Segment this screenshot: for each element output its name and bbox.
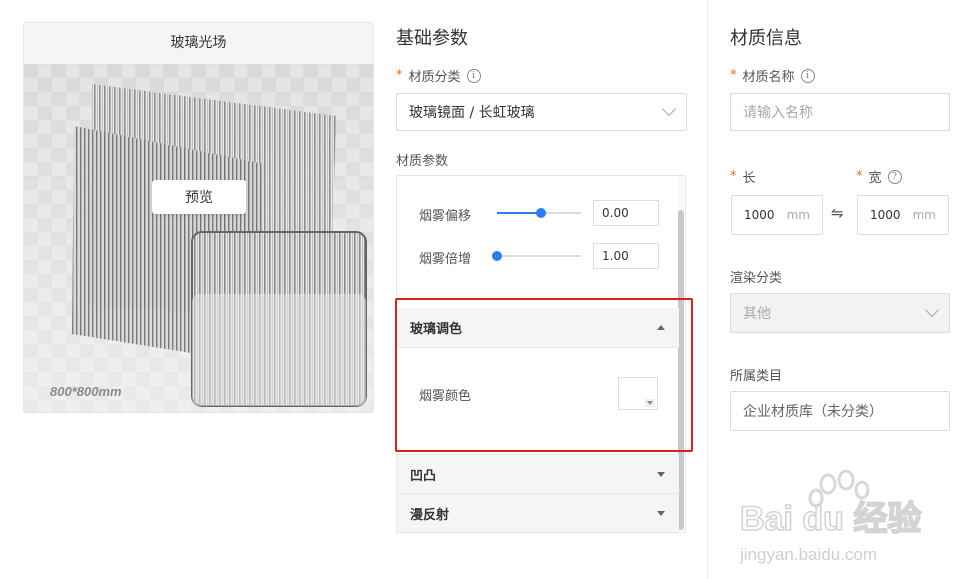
watermark-brand: Bai du 经验 xyxy=(740,499,921,538)
smoke-color-label: 烟雾颜色 xyxy=(419,389,472,404)
smoke-multiplier-input[interactable]: 1.00 xyxy=(593,243,659,269)
smoke-offset-input[interactable]: 0.00 xyxy=(593,200,659,226)
material-name-label: * 材质名称 i xyxy=(730,66,815,85)
length-label: * 长 xyxy=(730,169,756,186)
baidu-watermark: Bai du 经验 jingyan.baidu.com xyxy=(739,470,922,564)
chevron-down-icon xyxy=(661,101,677,117)
smoke-offset-label: 烟雾偏移 xyxy=(419,209,472,224)
smoke-multiplier-slider[interactable] xyxy=(492,251,581,261)
help-icon[interactable]: ? xyxy=(887,169,902,184)
slider-handle[interactable] xyxy=(536,208,546,218)
bump-section-header[interactable]: 凹凸 xyxy=(397,454,679,494)
smoke-multiplier-label: 烟雾倍增 xyxy=(419,252,472,267)
floor-size-label: 800*800mm xyxy=(50,384,122,399)
preview-scene: 800*800mm xyxy=(24,64,373,412)
dropdown-arrow-icon xyxy=(645,399,655,407)
basic-params-title: 基础参数 xyxy=(396,28,468,49)
preview-button[interactable]: 预览 xyxy=(152,180,246,214)
material-info-title: 材质信息 xyxy=(730,28,802,49)
expand-icon xyxy=(657,471,665,477)
watermark-url: jingyan.baidu.com xyxy=(739,545,877,564)
diffuse-section-header[interactable]: 漫反射 xyxy=(397,494,679,532)
chevron-down-icon xyxy=(924,302,940,318)
category-select[interactable]: 玻璃镜面 / 长虹玻璃 xyxy=(396,93,687,131)
render-category-select[interactable]: 其他 xyxy=(730,293,950,333)
params-panel: 烟雾偏移 0.00 烟雾倍增 1.00 玻璃调色 烟雾颜色 凹凸 漫反射 xyxy=(396,175,686,533)
slider-handle[interactable] xyxy=(492,251,502,261)
expand-icon xyxy=(657,511,665,516)
glass-tint-section-header[interactable]: 玻璃调色 xyxy=(397,308,679,348)
category-label: * 材质分类 i xyxy=(396,66,481,85)
material-name-input[interactable]: 请输入名称 xyxy=(730,93,950,131)
preview-title: 玻璃光场 xyxy=(24,23,373,64)
width-label: * 宽 ? xyxy=(856,167,902,186)
info-icon[interactable]: i xyxy=(800,68,815,83)
preview-card: 玻璃光场 800*800mm 预览 xyxy=(23,22,374,413)
length-input[interactable]: 1000 mm xyxy=(731,195,823,235)
smoke-color-picker[interactable] xyxy=(618,377,658,410)
width-input[interactable]: 1000 mm xyxy=(857,195,949,235)
smoke-offset-slider[interactable] xyxy=(497,208,581,218)
belong-category-label: 所属类目 xyxy=(730,369,783,384)
collapse-icon xyxy=(657,325,665,330)
params-label: 材质参数 xyxy=(396,154,449,169)
belong-category-input[interactable]: 企业材质库（未分类） xyxy=(730,391,950,431)
render-category-label: 渲染分类 xyxy=(730,271,783,286)
info-icon[interactable]: i xyxy=(466,68,481,83)
swap-icon[interactable]: ⇋ xyxy=(831,204,844,222)
column-divider xyxy=(707,0,708,579)
